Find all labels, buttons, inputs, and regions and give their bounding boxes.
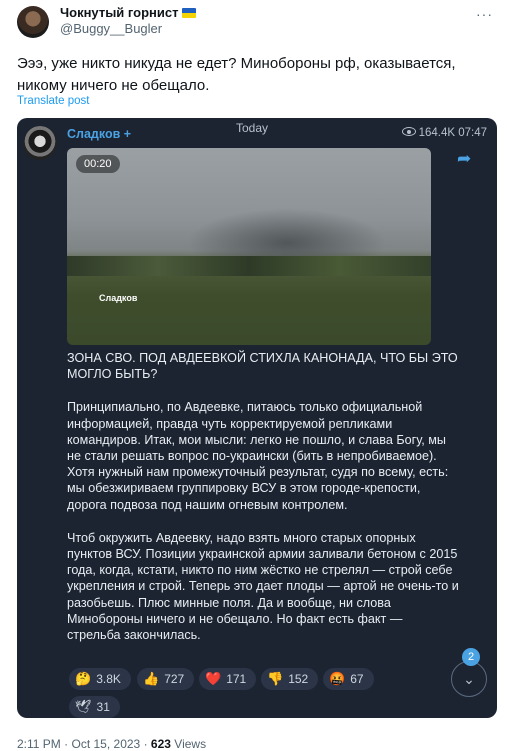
treeline [67,256,431,276]
reaction-dove: 🕊 31 [69,696,120,718]
reaction-angry: 🤬 67 [323,668,374,690]
video-thumbnail: 00:20 Сладков [67,148,431,345]
views-number: 623 [150,737,171,751]
author-name[interactable]: Чокнутый горнист [60,5,178,20]
meta-separator: · [64,737,69,751]
views-label: Views [174,737,207,751]
author-avatar[interactable] [17,6,49,38]
reaction-thinking: 🤔 3.8K [69,668,131,690]
tweet-meta: 2:11 PM · Oct 15, 2023 · 623 Views [17,737,206,751]
reaction-heart: ❤️ 171 [199,668,257,690]
views-count: 164.4K [418,127,456,139]
tweet-date[interactable]: Oct 15, 2023 [72,737,141,751]
author-handle[interactable]: @Buggy__Bugler [60,21,162,36]
tweet-time[interactable]: 2:11 PM [17,737,61,751]
post-stats: 164.4K 07:47 [401,127,487,139]
eye-icon [401,127,416,136]
video-watermark: Сладков [99,293,138,303]
channel-avatar [23,126,57,160]
video-duration: 00:20 [76,155,120,173]
post-paragraph: Чтоб окружить Авдеевку, надо взять много… [67,530,459,643]
post-headline: ЗОНА СВО. ПОД АВДЕЕВКОЙ СТИХЛА КАНОНАДА,… [67,351,458,382]
ukraine-flag-icon [182,8,197,18]
translate-post-link[interactable]: Translate post [17,95,89,107]
date-label: Today [236,121,269,135]
tweet-text: Эээ, уже никто никуда не едет? Миноборон… [17,55,456,94]
more-icon[interactable]: ··· [476,6,493,22]
chevron-down-icon: ⌄ [451,661,487,697]
post-text: ЗОНА СВО. ПОД АВДЕЕВКОЙ СТИХЛА КАНОНАДА,… [67,350,459,660]
author-name-row[interactable]: Чокнутый горнист [60,5,197,20]
share-arrow-icon: ➦ [457,149,472,168]
channel-name: Сладков + [67,127,132,141]
post-time: 07:47 [458,127,487,139]
post-paragraph: Принципиально, по Авдеевке, питаюсь толь… [67,400,449,512]
reaction-thumbs-down: 👎 152 [261,668,319,690]
tweet: Чокнутый горнист @Buggy__Bugler ··· Эээ,… [0,0,507,751]
meta-separator: · [143,737,148,751]
unread-badge: 2 [462,648,480,666]
telegram-screenshot[interactable]: Сладков + Today 164.4K 07:47 ➦ 00:20 Сла… [17,118,497,718]
reaction-thumbs-up: 👍 727 [137,668,195,690]
